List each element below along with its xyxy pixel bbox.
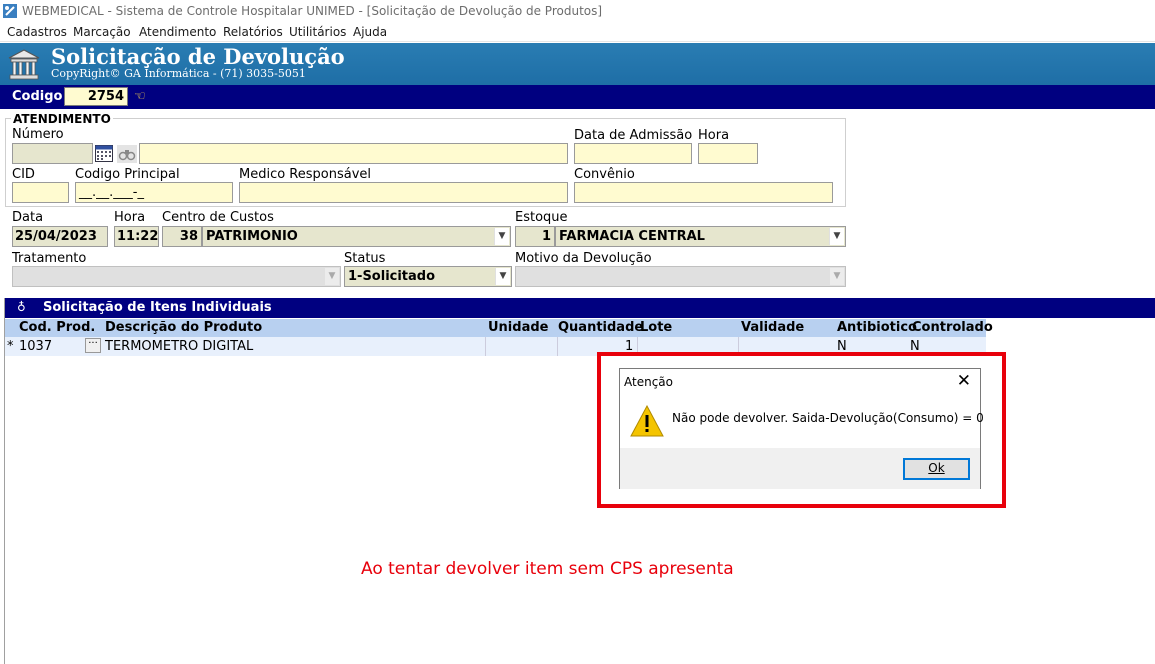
data-input[interactable]: 25/04/2023 <box>12 226 108 247</box>
app-header: Solicitação de Devolução CopyRight© GA I… <box>0 43 1155 85</box>
data-admissao-input[interactable] <box>574 143 692 164</box>
cell-descricao[interactable]: TERMOMETRO DIGITAL <box>105 339 253 354</box>
paciente-nome-input[interactable] <box>139 143 568 164</box>
cell-cod[interactable]: 1037 <box>19 339 52 354</box>
title-bar: WEBMEDICAL - Sistema de Controle Hospita… <box>0 0 1155 22</box>
medico-label: Medico Responsável <box>239 167 372 182</box>
numero-label: Número <box>12 127 64 142</box>
menu-relatorios[interactable]: Relatórios <box>223 25 283 39</box>
chevron-down-icon[interactable]: ▼ <box>829 268 844 285</box>
dialog-message: Não pode devolver. Saida-Devolução(Consu… <box>672 411 984 425</box>
data-admissao-label: Data de Admissão <box>574 128 693 143</box>
tratamento-select[interactable]: ▼ <box>12 266 341 287</box>
col-quantidade[interactable]: Quantidade <box>558 320 643 335</box>
menu-bar: Cadastros Marcação Atendimento Relatório… <box>0 22 1155 42</box>
col-antibiotico[interactable]: Antibiotico <box>837 320 917 335</box>
codigo-bar: Codigo 2754 ☜ <box>0 85 1155 109</box>
alert-dialog: Atenção ✕ Não pode devolver. Saida-Devol… <box>619 368 984 489</box>
pointer-hand-icon: ☜ <box>134 89 146 104</box>
menu-cadastros[interactable]: Cadastros <box>7 25 67 39</box>
hora-admissao-input[interactable] <box>698 143 758 164</box>
hora-admissao-label: Hora <box>698 128 730 143</box>
annotation-text: Ao tentar devolver item sem CPS apresent… <box>361 559 734 579</box>
menu-atendimento[interactable]: Atendimento <box>139 25 216 39</box>
codigo-input[interactable]: 2754 <box>64 87 128 106</box>
copyright-text: CopyRight© GA Informática - (71) 3035-50… <box>51 67 306 80</box>
col-lote[interactable]: Lote <box>640 320 672 335</box>
centro-custos-value: PATRIMONIO <box>206 229 298 244</box>
cell-divider <box>485 337 486 356</box>
codigo-principal-label: Codigo Principal <box>75 167 180 182</box>
centro-custos-label: Centro de Custos <box>162 210 274 225</box>
col-validade[interactable]: Validade <box>741 320 804 335</box>
menu-marcacao[interactable]: Marcação <box>73 25 131 39</box>
medal-icon: ♁ <box>17 300 26 314</box>
hora-input[interactable]: 11:22 <box>114 226 159 247</box>
ok-button-label: Ok <box>928 461 945 475</box>
chevron-down-icon[interactable]: ▼ <box>494 228 509 245</box>
estoque-select[interactable]: FARMACIA CENTRAL ▼ <box>555 226 846 247</box>
status-select[interactable]: 1-Solicitado ▼ <box>344 266 512 287</box>
col-cod-prod[interactable]: Cod. Prod. <box>19 320 95 335</box>
estoque-value: FARMACIA CENTRAL <box>559 229 705 244</box>
codigo-label: Codigo <box>12 89 63 104</box>
cid-label: CID <box>12 167 35 182</box>
atendimento-group-title: ATENDIMENTO <box>11 112 113 126</box>
ok-button[interactable]: Ok <box>903 458 970 480</box>
col-controlado[interactable]: Controlado <box>912 320 993 335</box>
centro-custos-code[interactable]: 38 <box>162 226 202 247</box>
row-marker: * <box>7 339 14 354</box>
menu-utilitarios[interactable]: Utilitários <box>289 25 346 39</box>
institution-icon <box>8 49 40 80</box>
binoculars-icon[interactable] <box>117 145 137 163</box>
estoque-label: Estoque <box>515 210 568 225</box>
data-label: Data <box>12 210 44 225</box>
itens-section-title: Solicitação de Itens Individuais <box>43 300 272 315</box>
chevron-down-icon[interactable]: ▼ <box>324 268 339 285</box>
warning-icon <box>630 405 664 437</box>
estoque-code[interactable]: 1 <box>515 226 555 247</box>
chevron-down-icon[interactable]: ▼ <box>495 268 510 285</box>
dialog-title: Atenção <box>624 375 673 389</box>
status-label: Status <box>344 251 386 266</box>
chevron-down-icon[interactable]: ▼ <box>829 228 844 245</box>
ellipsis-button[interactable]: ··· <box>85 338 101 353</box>
cid-input[interactable] <box>12 182 69 203</box>
close-icon[interactable]: ✕ <box>957 371 971 391</box>
page-title: Solicitação de Devolução <box>51 44 345 69</box>
medico-input[interactable] <box>239 182 568 203</box>
itens-section-header: ♁ Solicitação de Itens Individuais <box>5 298 1155 318</box>
calendar-icon[interactable] <box>95 145 113 162</box>
centro-custos-select[interactable]: PATRIMONIO ▼ <box>202 226 511 247</box>
convenio-label: Convênio <box>574 167 635 182</box>
status-value: 1-Solicitado <box>348 269 436 284</box>
cell-divider <box>557 337 558 356</box>
codigo-principal-input[interactable]: __.__.___-_ <box>75 182 233 203</box>
window-title: WEBMEDICAL - Sistema de Controle Hospita… <box>22 4 603 18</box>
tratamento-label: Tratamento <box>12 251 87 266</box>
col-descricao[interactable]: Descrição do Produto <box>105 320 262 335</box>
grid-header: Cod. Prod. Descrição do Produto Unidade … <box>5 319 993 337</box>
motivo-label: Motivo da Devolução <box>515 251 652 266</box>
col-unidade[interactable]: Unidade <box>488 320 548 335</box>
convenio-input[interactable] <box>574 182 833 203</box>
numero-input[interactable] <box>12 143 93 164</box>
menu-ajuda[interactable]: Ajuda <box>353 25 387 39</box>
hora-label: Hora <box>114 210 146 225</box>
app-icon <box>3 4 17 18</box>
motivo-select[interactable]: ▼ <box>515 266 846 287</box>
